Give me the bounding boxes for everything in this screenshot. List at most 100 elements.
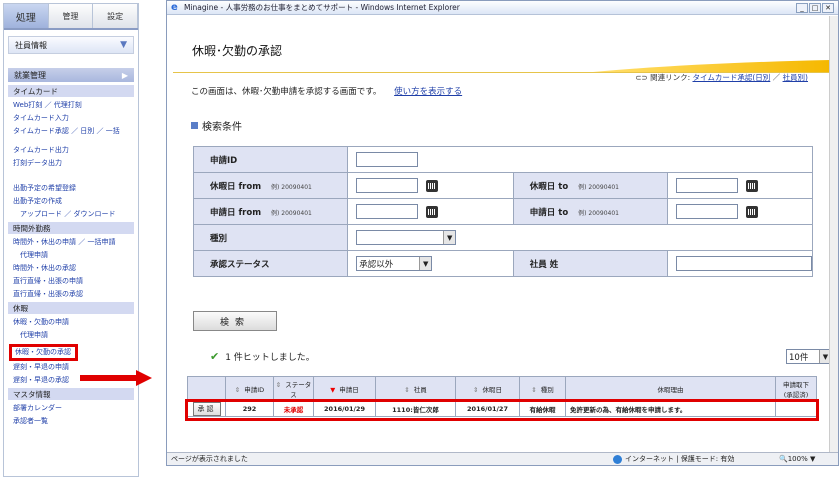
calendar-icon[interactable] xyxy=(746,179,758,192)
chevron-right-icon: ▶ xyxy=(121,70,128,80)
calendar-icon[interactable] xyxy=(746,205,758,218)
header-swoosh-icon xyxy=(173,60,830,73)
maximize-icon[interactable]: □ xyxy=(809,3,821,13)
annotation-arrow-icon xyxy=(80,370,152,386)
section-timecard: タイムカード xyxy=(8,85,134,97)
calendar-icon[interactable] xyxy=(426,179,439,192)
type-select[interactable]: ▼ xyxy=(356,230,457,245)
status-select[interactable]: 承認以外 ▼ xyxy=(356,256,433,271)
per-page-value: 10件 xyxy=(789,352,809,363)
apply-id-label: 申請ID xyxy=(192,146,349,173)
zoom-value: 100% xyxy=(787,455,808,463)
link-dept-calendar[interactable]: 部署カレンダー xyxy=(13,404,138,413)
link-timecard-approve[interactable]: タイムカード承認 ／ 日別 ／ 一括 xyxy=(13,127,138,136)
tab-process[interactable]: 処理 xyxy=(4,4,49,28)
tab-manage[interactable]: 管理 xyxy=(48,4,94,28)
related-link-timecard[interactable]: タイムカード承認(日別 xyxy=(693,73,771,82)
leave-from-label: 休暇日 from 例) 20090401 xyxy=(192,172,349,199)
link-timecard-input[interactable]: タイムカード入力 xyxy=(13,114,138,123)
status-text: ページが表示されました xyxy=(171,455,248,463)
header-id[interactable]: ⇕ 申請ID xyxy=(225,376,274,401)
link-schedule-wish[interactable]: 出勤予定の希望登録 xyxy=(13,184,138,193)
section-master: マスタ情報 xyxy=(8,388,134,400)
header-leave-date[interactable]: ⇕ 休暇日 xyxy=(455,376,520,401)
module-attendance[interactable]: 就業管理 ▶ xyxy=(8,68,134,82)
apply-to-input[interactable] xyxy=(676,204,738,219)
leave-from-input[interactable] xyxy=(356,178,419,193)
page-description: この画面は、休暇･欠勤申請を承認する画面です。 使い方を表示する xyxy=(191,85,462,97)
employee-info-dropdown[interactable]: 社員情報 ▼ xyxy=(8,36,134,54)
link-web-punch[interactable]: Web打刻 ／ 代理打刻 xyxy=(13,101,138,110)
per-page-select[interactable]: 10件 ▼ xyxy=(786,349,832,364)
close-icon[interactable]: ✕ xyxy=(822,3,834,13)
section-overtime: 時間外勤務 xyxy=(8,222,134,234)
header-type[interactable]: ⇕ 種別 xyxy=(519,376,566,401)
header-apply-date[interactable]: ▼ 申請日 xyxy=(313,376,376,401)
link-schedule-create[interactable]: 出勤予定の作成 xyxy=(13,197,138,206)
link-upload-download[interactable]: アップロード ／ ダウンロード xyxy=(20,210,138,219)
employee-info-label: 社員情報 xyxy=(15,40,47,50)
link-overtime-apply[interactable]: 時間外・休出の申請 ／ 一括申請 xyxy=(13,238,138,247)
calendar-icon[interactable] xyxy=(426,205,439,218)
apply-from-label: 申請日 from 例) 20090401 xyxy=(192,198,349,225)
leave-to-input[interactable] xyxy=(676,178,738,193)
link-overtime-proxy[interactable]: 代理申請 xyxy=(20,251,138,260)
link-approver-list[interactable]: 承認者一覧 xyxy=(13,417,138,426)
vertical-scrollbar[interactable] xyxy=(829,16,838,452)
sidebar-tabs: 処理 管理 設定 xyxy=(4,4,139,30)
window-controls: _ □ ✕ xyxy=(796,3,834,13)
link-leave-approve[interactable]: 休暇・欠勤の承認 xyxy=(9,344,78,361)
status-bar: ページが表示されました インターネット | 保護モード: 有効 🔍100% ▼ xyxy=(167,452,838,465)
chevron-down-icon: ▼ xyxy=(120,40,127,50)
window-title: Minagine - 人事労務のお仕事をまとめてサポート - Windows I… xyxy=(184,3,460,12)
related-link-employee[interactable]: 社員別) xyxy=(783,73,808,82)
search-heading-label: 検索条件 xyxy=(202,122,242,133)
minimize-icon[interactable]: _ xyxy=(796,3,808,13)
leave-to-label: 休暇日 to 例) 20090401 xyxy=(512,172,669,199)
security-zone-text: インターネット | 保護モード: 有効 xyxy=(625,455,735,463)
header-action xyxy=(187,376,226,401)
hit-count: ✔ 1 件ヒットしました。 xyxy=(210,350,315,363)
search-form: 申請ID 休暇日 from 例) 20090401 休暇日 to 例) 200904… xyxy=(192,146,813,277)
zoom-control[interactable]: 🔍100% ▼ xyxy=(779,455,815,463)
page-content: 休暇･欠勤の承認 ⊂⊃ 関連リンク: タイムカード承認(日別 ／ 社員別) この… xyxy=(173,16,832,452)
description-text: この画面は、休暇･欠勤申請を承認する画面です。 xyxy=(191,87,382,97)
hit-count-text: 1 件ヒットしました。 xyxy=(225,353,315,363)
type-label: 種別 xyxy=(192,224,349,251)
status-select-value: 承認以外 xyxy=(359,259,394,270)
related-label: 関連リンク: xyxy=(650,73,691,82)
page-header: 休暇･欠勤の承認 xyxy=(173,32,830,73)
header-status[interactable]: ⇕ ステータス xyxy=(273,376,314,401)
link-leave-apply[interactable]: 休暇・欠勤の申請 xyxy=(13,318,138,327)
related-links: ⊂⊃ 関連リンク: タイムカード承認(日別 ／ 社員別) xyxy=(635,72,808,83)
sidebar: 処理 管理 設定 社員情報 ▼ 就業管理 ▶ タイムカード Web打刻 ／ 代理… xyxy=(3,3,139,477)
section-leave: 休暇 xyxy=(8,302,134,314)
search-heading: 検索条件 xyxy=(191,118,242,133)
search-button[interactable]: 検索 xyxy=(193,311,277,331)
tab-settings[interactable]: 設定 xyxy=(93,4,139,28)
module-label: 就業管理 xyxy=(14,70,46,80)
page-title: 休暇･欠勤の承認 xyxy=(192,44,283,58)
help-link[interactable]: 使い方を表示する xyxy=(394,87,462,97)
header-reason: 休暇理由 xyxy=(565,376,776,401)
header-employee[interactable]: ⇕ 社員 xyxy=(375,376,456,401)
apply-from-input[interactable] xyxy=(356,204,419,219)
link-direct-approve[interactable]: 直行直帰・出張の承認 xyxy=(13,290,138,299)
link-chain-icon: ⊂⊃ xyxy=(635,73,648,82)
browser-window: e Minagine - 人事労務のお仕事をまとめてサポート - Windows… xyxy=(166,0,839,466)
employee-last-input[interactable] xyxy=(676,256,812,271)
link-overtime-approve[interactable]: 時間外・休出の承認 xyxy=(13,264,138,273)
link-direct-apply[interactable]: 直行直帰・出張の申請 xyxy=(13,277,138,286)
link-timecard-output[interactable]: タイムカード出力 xyxy=(13,146,138,155)
apply-to-label: 申請日 to 例) 20090401 xyxy=(512,198,669,225)
header-withdraw: 申請取下 (承認済) xyxy=(775,376,817,401)
chevron-down-icon: ▼ xyxy=(419,257,432,270)
security-zone: インターネット | 保護モード: 有効 xyxy=(613,454,734,464)
link-punch-output[interactable]: 打刻データ出力 xyxy=(13,159,138,168)
related-separator: ／ xyxy=(772,73,781,82)
employee-last-label: 社員 姓 xyxy=(512,250,669,277)
highlight-box xyxy=(185,399,819,421)
apply-id-input[interactable] xyxy=(356,152,419,167)
ie-icon: e xyxy=(171,1,178,13)
link-leave-proxy[interactable]: 代理申請 xyxy=(20,331,138,340)
